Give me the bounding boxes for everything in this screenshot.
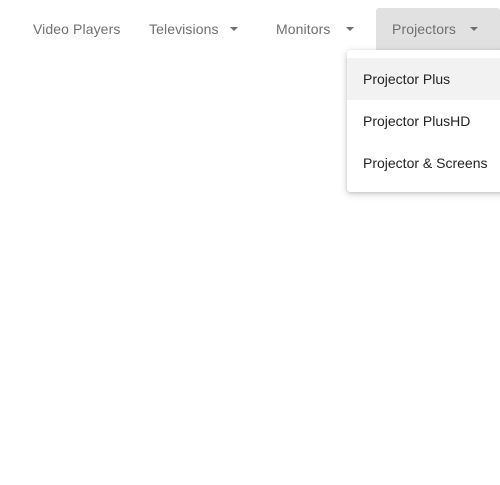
dropdown-item-label: Projector PlusHD [363,113,471,129]
caret-down-icon [230,27,238,31]
menu-item-monitors[interactable]: Monitors [260,8,376,50]
menu-item-label: Monitors [276,21,331,37]
dropdown-item-projector-screens[interactable]: Projector & Screens [347,142,500,184]
projectors-dropdown-menu: Projector Plus Projector PlusHD Projecto… [347,50,500,192]
menubar: Video Players Televisions Monitors Proje… [0,8,500,50]
menu-item-label: Televisions [149,21,219,37]
caret-down-icon [346,27,354,31]
menu-item-label: Video Players [33,21,121,37]
caret-down-icon [470,27,478,31]
dropdown-item-label: Projector Plus [363,71,451,87]
dropdown-item-projector-plushd[interactable]: Projector PlusHD [347,100,500,142]
dropdown-item-label: Projector & Screens [363,155,488,171]
menu-item-label: Projectors [392,21,457,37]
menu-item-projectors[interactable]: Projectors [376,8,500,50]
dropdown-item-projector-plus[interactable]: Projector Plus [347,58,500,100]
page: Video Players Televisions Monitors Proje… [0,0,500,485]
menu-item-video-players[interactable]: Video Players [17,8,133,50]
menu-item-televisions[interactable]: Televisions [133,8,260,50]
